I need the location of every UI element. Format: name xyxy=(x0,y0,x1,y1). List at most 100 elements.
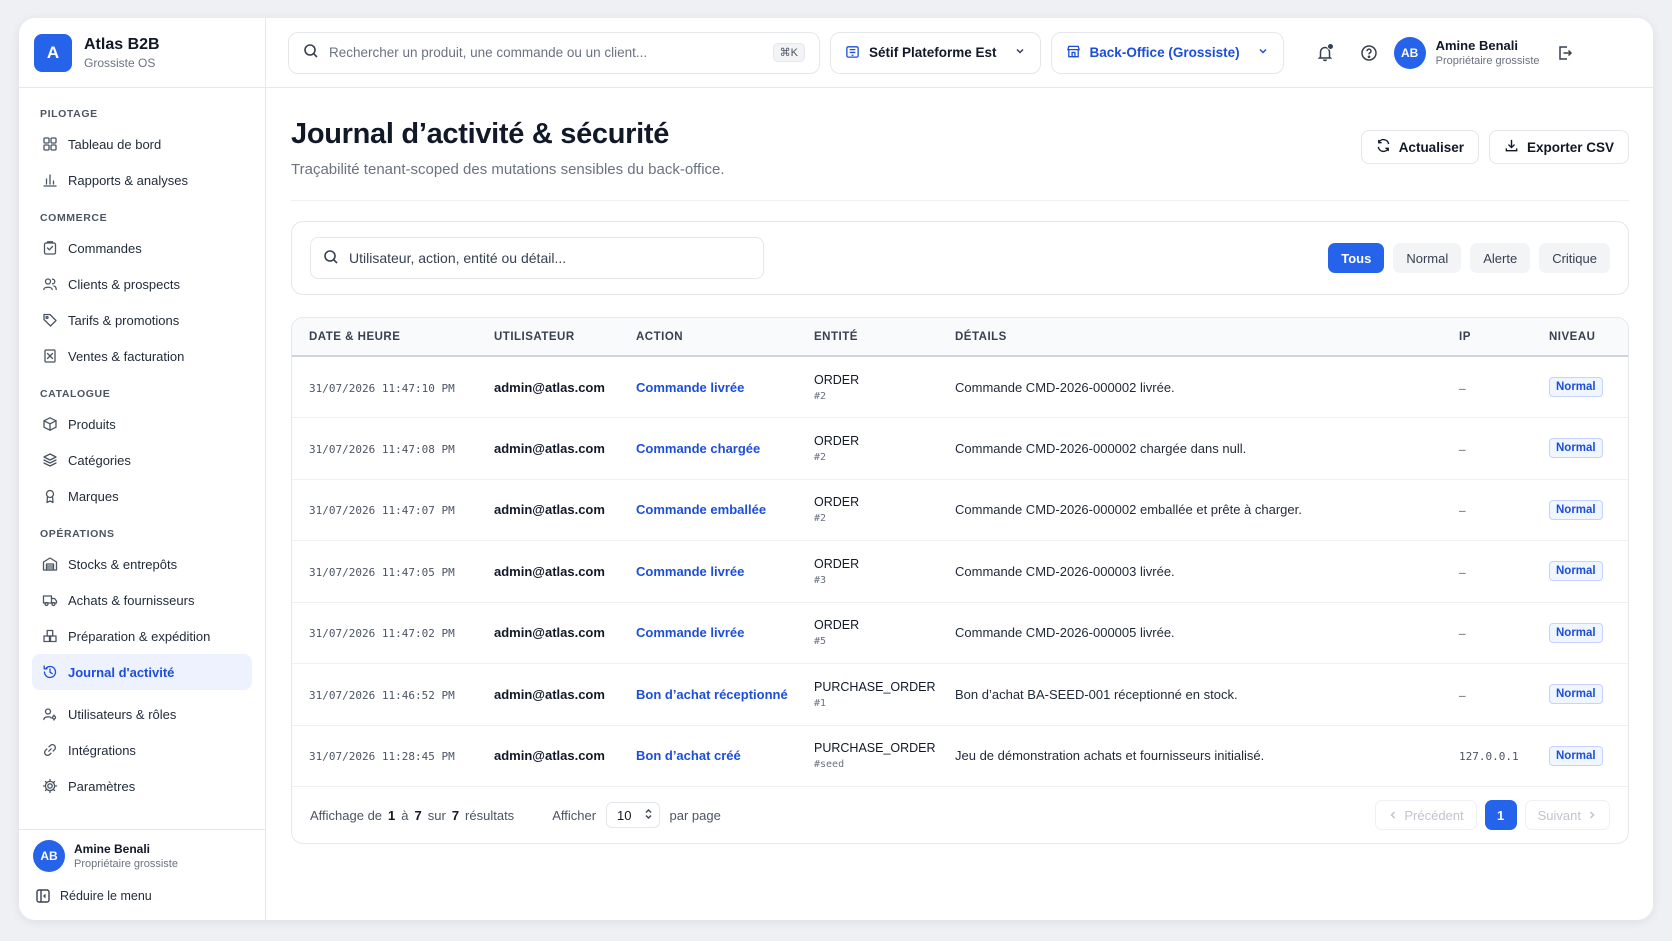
log-user: admin@atlas.com xyxy=(494,563,605,579)
sidebar-item-marques[interactable]: Marques xyxy=(32,478,252,514)
log-action-link[interactable]: Bon d’achat créé xyxy=(636,748,741,763)
log-details-cell: Commande CMD-2026-000002 livrée. xyxy=(938,356,1442,418)
pagination: Affichage de 1 à 7 sur 7 résultats Affic… xyxy=(292,787,1628,843)
table-row[interactable]: 31/07/2026 11:47:02 PM admin@atlas.com Com… xyxy=(292,602,1628,664)
log-ip: — xyxy=(1459,381,1466,395)
collapse-menu-button[interactable]: Réduire le menu xyxy=(33,878,251,914)
sidebar-user: AB Amine Benali Propriétaire grossiste R… xyxy=(19,829,265,920)
table-row[interactable]: 31/07/2026 11:47:05 PM admin@atlas.com Com… xyxy=(292,540,1628,603)
help-icon[interactable] xyxy=(1358,42,1380,64)
level-badge-cell: Normal xyxy=(1532,417,1628,480)
sidebar-item-label: Clients & prospects xyxy=(68,276,180,292)
log-entity-cell: ORDER #2 xyxy=(797,356,938,418)
log-search-input[interactable]: Utilisateur, action, entité ou détail... xyxy=(310,237,764,279)
log-ip-cell: — xyxy=(1442,602,1532,664)
column-header[interactable]: DATE & HEURE xyxy=(292,318,477,357)
log-entity-cell: ORDER #3 xyxy=(797,540,938,603)
table-row[interactable]: 31/07/2026 11:46:52 PM admin@atlas.com Bon… xyxy=(292,663,1628,726)
log-details: Commande CMD-2026-000002 livrée. xyxy=(955,379,1175,395)
site-select[interactable]: Sétif Plateforme Est xyxy=(830,31,1041,74)
log-details: Commande CMD-2026-000003 livrée. xyxy=(955,563,1175,579)
refresh-label: Actualiser xyxy=(1398,139,1464,155)
sidebar-item-clients-prospects[interactable]: Clients & prospects xyxy=(32,266,252,302)
column-header[interactable]: NIVEAU xyxy=(1532,318,1628,357)
level-badge: Normal xyxy=(1549,438,1603,459)
page-button-current[interactable]: 1 xyxy=(1484,800,1517,830)
sidebar-item-stocks-entrepots[interactable]: Stocks & entrepôts xyxy=(32,546,252,582)
refresh-button[interactable]: Actualiser xyxy=(1360,130,1479,164)
sidebar-item-integrations[interactable]: Intégrations xyxy=(32,732,252,768)
column-header[interactable]: ENTITÉ xyxy=(797,318,938,357)
logout-icon[interactable] xyxy=(1554,42,1576,64)
mode-select[interactable]: Back-Office (Grossiste) xyxy=(1050,31,1284,74)
sidebar-item-journal-d-activite[interactable]: Journal d'activité xyxy=(32,654,252,690)
log-user-cell: admin@atlas.com xyxy=(477,417,619,480)
brand-icon xyxy=(42,488,58,504)
log-action-link[interactable]: Bon d’achat réceptionné xyxy=(636,687,788,702)
mode-select-value: Back-Office (Grossiste) xyxy=(1089,45,1240,60)
sidebar-user-card[interactable]: AB Amine Benali Propriétaire grossiste xyxy=(33,840,251,872)
level-badge-cell: Normal xyxy=(1532,663,1628,726)
sidebar-item-label: Utilisateurs & rôles xyxy=(68,706,177,722)
sidebar-item-achats-fournisseurs[interactable]: Achats & fournisseurs xyxy=(32,582,252,618)
level-badge: Normal xyxy=(1549,377,1603,397)
page-subtitle: Traçabilité tenant-scoped des mutations … xyxy=(291,161,725,178)
chevron-down-icon xyxy=(1257,45,1269,60)
level-badge: Normal xyxy=(1549,622,1603,643)
next-page-button[interactable]: Suivant xyxy=(1524,800,1610,830)
filter-chip-alerte[interactable]: Alerte xyxy=(1470,243,1531,273)
sidebar-item-label: Stocks & entrepôts xyxy=(68,556,178,572)
per-page-select[interactable]: 10 xyxy=(606,802,660,828)
global-search-input[interactable]: Rechercher un produit, une commande ou u… xyxy=(288,31,820,74)
log-action-link[interactable]: Commande emballée xyxy=(636,502,766,517)
brand-logo: A xyxy=(34,33,72,72)
column-header[interactable]: IP xyxy=(1442,318,1532,357)
filter-chip-normal[interactable]: Normal xyxy=(1393,243,1462,273)
sidebar-item-label: Préparation & expédition xyxy=(68,628,211,644)
nav-section-title: PILOTAGE xyxy=(40,108,98,120)
filter-chip-critique[interactable]: Critique xyxy=(1539,243,1610,273)
log-entity-type: ORDER xyxy=(814,556,860,571)
table-row[interactable]: 31/07/2026 11:47:08 PM admin@atlas.com Com… xyxy=(292,417,1628,480)
table-row[interactable]: 31/07/2026 11:47:07 PM admin@atlas.com Com… xyxy=(292,479,1628,541)
topbar-user[interactable]: AB Amine Benali Propriétaire grossiste xyxy=(1393,36,1540,69)
sidebar-item-preparation-expedition[interactable]: Préparation & expédition xyxy=(32,618,252,654)
sidebar-item-label: Tableau de bord xyxy=(68,136,162,152)
level-badge: Normal xyxy=(1549,684,1603,705)
sidebar-item-parametres[interactable]: Paramètres xyxy=(32,768,252,804)
level-badge: Normal xyxy=(1549,561,1603,582)
bell-icon[interactable] xyxy=(1314,42,1336,64)
sidebar-item-rapports-analyses[interactable]: Rapports & analyses xyxy=(32,162,252,198)
sidebar-item-label: Marques xyxy=(68,488,119,504)
sidebar-item-tarifs-promotions[interactable]: Tarifs & promotions xyxy=(32,302,252,338)
sidebar-item-utilisateurs-roles[interactable]: Utilisateurs & rôles xyxy=(32,696,252,732)
filter-chip-tous[interactable]: Tous xyxy=(1328,243,1385,273)
log-action-link[interactable]: Commande livrée xyxy=(636,625,744,640)
sidebar-item-ventes-facturation[interactable]: Ventes & facturation xyxy=(32,338,252,374)
log-user-cell: admin@atlas.com xyxy=(477,663,619,726)
log-entity-type: ORDER xyxy=(814,618,860,633)
column-header[interactable]: UTILISATEUR xyxy=(477,318,619,357)
table-row[interactable]: 31/07/2026 11:28:45 PM admin@atlas.com Bon… xyxy=(292,725,1628,787)
log-action-link[interactable]: Commande chargée xyxy=(636,441,760,456)
truck-icon xyxy=(42,592,58,608)
log-user-cell: admin@atlas.com xyxy=(477,356,619,418)
log-ip: — xyxy=(1459,442,1466,456)
log-datetime-cell: 31/07/2026 11:46:52 PM xyxy=(292,663,477,726)
export-csv-button[interactable]: Exporter CSV xyxy=(1488,130,1629,164)
previous-page-button[interactable]: Précédent xyxy=(1375,800,1477,830)
log-action-link[interactable]: Commande livrée xyxy=(636,564,744,579)
column-header[interactable]: DÉTAILS xyxy=(938,318,1442,357)
table-row[interactable]: 31/07/2026 11:47:10 PM admin@atlas.com Com… xyxy=(292,356,1628,418)
sidebar-item-tableau-de-bord[interactable]: Tableau de bord xyxy=(32,126,252,162)
search-icon xyxy=(323,249,339,268)
log-user-cell: admin@atlas.com xyxy=(477,602,619,664)
sidebar-item-produits[interactable]: Produits xyxy=(32,406,252,442)
brand[interactable]: A Atlas B2B Grossiste OS xyxy=(19,18,265,88)
log-action-link[interactable]: Commande livrée xyxy=(636,380,744,395)
sidebar-item-commandes[interactable]: Commandes xyxy=(32,230,252,266)
log-user: admin@atlas.com xyxy=(494,379,605,395)
pagination-to-word: à xyxy=(401,807,409,823)
sidebar-item-categories[interactable]: Catégories xyxy=(32,442,252,478)
column-header[interactable]: ACTION xyxy=(619,318,797,357)
